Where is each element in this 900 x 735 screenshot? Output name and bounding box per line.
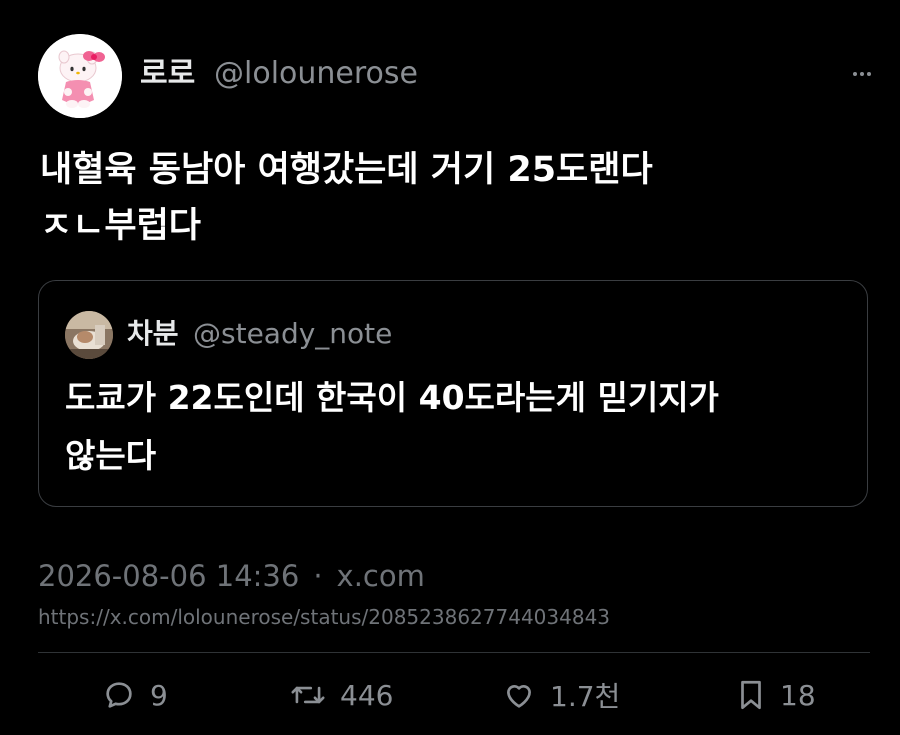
bookmark-icon [741,680,761,710]
tweet-card: 로로 @lolounerose 내혈육 동남아 여행갔는데 거기 25도랜다 ㅈ… [4,4,896,731]
photo-avatar [65,311,113,359]
tweet-text-line: 내혈육 동남아 여행갔는데 거기 25도랜다 [40,150,653,190]
tweet-meta: 2026-08-06 14:36 · x.com [38,558,425,594]
meta-separator: · [313,559,323,593]
author-handle[interactable]: @lolounerose [214,56,418,92]
like-count: 1.7천 [550,680,621,713]
timestamp[interactable]: 2026-08-06 14:36 [38,559,299,593]
heart-icon [507,684,531,708]
reply-count: 9 [150,678,168,712]
more-icon[interactable] [850,64,874,84]
divider [38,652,870,653]
more-dot [853,72,857,76]
bookmark-button[interactable]: 18 [736,669,816,721]
tweet-text: 내혈육 동남아 여행갔는데 거기 25도랜다 ㅈㄴ부럽다 [40,142,860,254]
tweet-url[interactable]: https://x.com/lolounerose/status/2085238… [38,604,610,630]
hello-kitty-avatar [38,34,122,118]
more-dot [860,72,864,76]
source[interactable]: x.com [337,559,425,593]
quote-text: 도쿄가 22도인데 한국이 40도라는게 믿기지가 않는다 [65,369,845,485]
quote-author-handle[interactable]: @steady_note [193,317,392,351]
reply-button[interactable]: 9 [102,669,168,721]
quote-text-line: 도쿄가 22도인데 한국이 40도라는게 믿기지가 [65,378,719,417]
quoted-tweet[interactable]: 차분 @steady_note 도쿄가 22도인데 한국이 40도라는게 믿기지… [38,280,868,507]
quote-author-avatar[interactable] [65,311,113,359]
bookmark-count: 18 [780,678,816,712]
quote-author-display-name[interactable]: 차분 [127,317,179,351]
reply-icon [106,682,132,708]
author-avatar[interactable] [38,34,122,118]
tweet-text-line: ㅈㄴ부럽다 [40,206,202,246]
repost-button[interactable]: 446 [290,669,393,721]
action-bar: 9 446 1.7천 18 [4,669,900,721]
author-display-name[interactable]: 로로 [140,56,195,92]
more-dot [867,72,871,76]
like-button[interactable]: 1.7천 [502,669,620,721]
repost-icon [291,686,325,704]
repost-count: 446 [340,678,394,712]
quote-text-line: 않는다 [65,436,157,475]
